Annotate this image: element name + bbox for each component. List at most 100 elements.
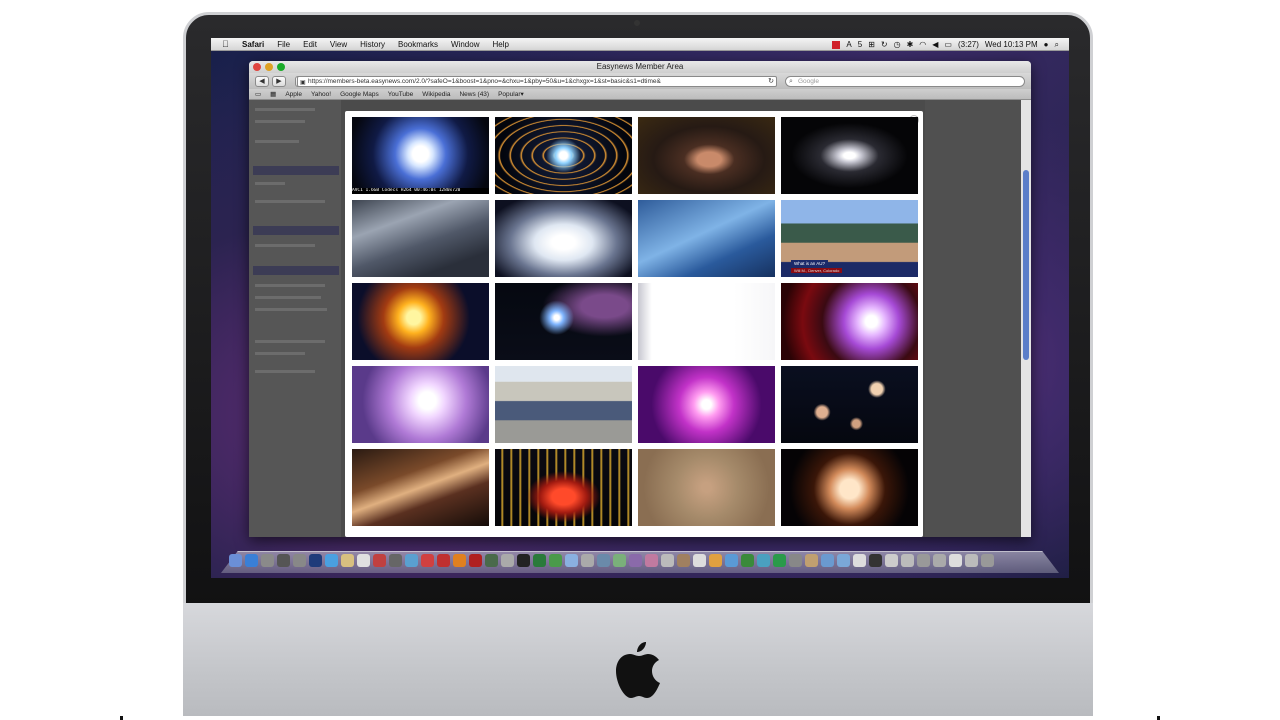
app-icon[interactable] <box>549 554 562 567</box>
dreamweaver-icon[interactable] <box>533 554 546 567</box>
calendar-icon[interactable] <box>357 554 370 567</box>
thumbnail-7[interactable] <box>638 200 775 277</box>
menu-safari[interactable]: Safari <box>242 38 264 51</box>
trash-icon[interactable] <box>981 554 994 567</box>
scroll-thumb[interactable] <box>1023 170 1029 360</box>
app-icon[interactable] <box>725 554 738 567</box>
bookmark-popular[interactable]: Popular▾ <box>498 90 524 98</box>
photoshop-icon[interactable] <box>309 554 322 567</box>
forward-button[interactable]: ▶ <box>272 75 286 87</box>
battery-icon[interactable]: ▭ <box>944 40 952 49</box>
app-icon[interactable] <box>629 554 642 567</box>
thumbnail-2[interactable] <box>495 117 632 194</box>
thumbnail-6[interactable] <box>495 200 632 277</box>
bookmark-yahoo[interactable]: Yahoo! <box>311 91 331 98</box>
apple-menu-icon[interactable]:  <box>222 38 232 51</box>
app-icon[interactable] <box>693 554 706 567</box>
volume-icon[interactable]: ◀ <box>932 40 938 49</box>
app-icon[interactable] <box>373 554 386 567</box>
menu-history[interactable]: History <box>360 38 385 51</box>
top-sites-icon[interactable]: ▦ <box>270 90 276 98</box>
folder-icon[interactable] <box>837 554 850 567</box>
app-icon[interactable] <box>869 554 882 567</box>
app-icon[interactable] <box>597 554 610 567</box>
app-icon[interactable] <box>565 554 578 567</box>
safari-icon[interactable] <box>245 554 258 567</box>
document-icon[interactable] <box>901 554 914 567</box>
thumbnail-14[interactable] <box>495 366 632 443</box>
thumbnail-4[interactable] <box>781 117 918 194</box>
app-icon[interactable] <box>805 554 818 567</box>
minimize-window-button[interactable] <box>265 63 273 71</box>
thumbnail-19[interactable] <box>638 449 775 526</box>
clock[interactable]: Wed 10:13 PM <box>985 40 1038 49</box>
app-icon[interactable] <box>677 554 690 567</box>
document-icon[interactable] <box>885 554 898 567</box>
sync-icon[interactable]: ↻ <box>881 40 888 49</box>
app-icon[interactable] <box>405 554 418 567</box>
folder-icon[interactable] <box>821 554 834 567</box>
menu-bookmarks[interactable]: Bookmarks <box>398 38 438 51</box>
app-icon[interactable] <box>645 554 658 567</box>
ichat-icon[interactable] <box>325 554 338 567</box>
menu-file[interactable]: File <box>277 38 290 51</box>
thumbnail-16[interactable] <box>781 366 918 443</box>
app-icon[interactable] <box>421 554 434 567</box>
bookmark-google-maps[interactable]: Google Maps <box>340 91 379 98</box>
app-icon[interactable] <box>293 554 306 567</box>
app-icon[interactable] <box>389 554 402 567</box>
app-icon[interactable] <box>709 554 722 567</box>
reading-list-icon[interactable]: ▭ <box>255 90 261 98</box>
record-status-icon[interactable] <box>832 40 841 49</box>
bookmark-apple[interactable]: Apple <box>285 91 302 98</box>
app-icon[interactable] <box>789 554 802 567</box>
document-icon[interactable] <box>933 554 946 567</box>
app-icon[interactable] <box>661 554 674 567</box>
wifi-icon[interactable]: ◠ <box>919 40 926 49</box>
document-icon[interactable] <box>949 554 962 567</box>
bookmark-news[interactable]: News (43) <box>459 91 489 98</box>
page-scrollbar[interactable] <box>1021 100 1031 537</box>
close-window-button[interactable] <box>253 63 261 71</box>
bluetooth-icon[interactable]: ✱ <box>907 40 914 49</box>
thumbnail-17[interactable] <box>352 449 489 526</box>
document-icon[interactable] <box>853 554 866 567</box>
thumbnail-5[interactable] <box>352 200 489 277</box>
app-icon[interactable] <box>437 554 450 567</box>
reload-icon[interactable]: ↻ <box>768 77 774 86</box>
app-icon[interactable] <box>581 554 594 567</box>
bookmark-wikipedia[interactable]: Wikipedia <box>422 91 450 98</box>
thumbnail-10[interactable] <box>495 283 632 360</box>
document-icon[interactable] <box>965 554 978 567</box>
address-bar[interactable]: ▣ https://members-beta.easynews.com/2.0/… <box>297 76 777 87</box>
menu-view[interactable]: View <box>330 38 347 51</box>
menu-window[interactable]: Window <box>451 38 479 51</box>
zoom-window-button[interactable] <box>277 63 285 71</box>
filezilla-icon[interactable] <box>469 554 482 567</box>
menu-help[interactable]: Help <box>492 38 508 51</box>
thumbnail-15[interactable] <box>638 366 775 443</box>
thumbnail-12[interactable] <box>781 283 918 360</box>
menu-edit[interactable]: Edit <box>303 38 317 51</box>
bookmark-youtube[interactable]: YouTube <box>388 91 414 98</box>
app-icon[interactable] <box>485 554 498 567</box>
spaces-icon[interactable]: ⊞ <box>868 40 875 49</box>
thumbnail-13[interactable] <box>352 366 489 443</box>
system-preferences-icon[interactable] <box>277 554 290 567</box>
mail-icon[interactable] <box>261 554 274 567</box>
adobe-updater-icon[interactable]: A <box>846 40 851 49</box>
time-machine-icon[interactable]: ◷ <box>894 40 901 49</box>
back-button[interactable]: ◀ <box>255 75 269 87</box>
search-field[interactable]: ⌕ Google <box>785 76 1025 87</box>
thumbnail-1[interactable]: AVC1 1.6GB Codecs H264 00:46:0s 1280x720 <box>352 117 489 194</box>
thumbnail-8[interactable]: What is an AU? Will M., Denver, Colorado <box>781 200 918 277</box>
spotlight-icon[interactable]: ⌕ <box>1055 40 1059 50</box>
app-icon[interactable] <box>501 554 514 567</box>
app-icon[interactable] <box>741 554 754 567</box>
thumbnail-20[interactable] <box>781 449 918 526</box>
app-icon[interactable] <box>773 554 786 567</box>
user-icon[interactable]: ● <box>1044 40 1049 49</box>
firefox-icon[interactable] <box>453 554 466 567</box>
app-icon[interactable] <box>613 554 626 567</box>
thumbnail-11[interactable] <box>638 283 775 360</box>
